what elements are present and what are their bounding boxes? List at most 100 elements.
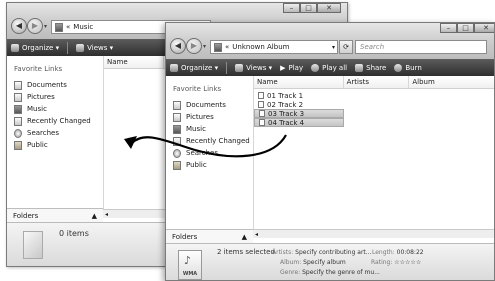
address-dropdown-icon[interactable]: ▾ bbox=[332, 44, 337, 51]
share-button[interactable]: Share bbox=[355, 63, 386, 72]
back-button[interactable]: ◀ bbox=[11, 18, 27, 34]
forward-button[interactable]: ▶ bbox=[186, 38, 202, 54]
folders-label: Folders bbox=[172, 232, 198, 241]
track-row[interactable]: 03 Track 3 bbox=[254, 109, 344, 118]
forward-button[interactable]: ▶ bbox=[27, 18, 43, 34]
searches-icon bbox=[14, 128, 22, 138]
music-folder-icon bbox=[55, 22, 63, 32]
music-icon bbox=[14, 104, 22, 114]
close-button[interactable]: ✕ bbox=[317, 3, 341, 13]
column-header-album[interactable]: Album bbox=[409, 76, 494, 88]
public-icon bbox=[14, 140, 22, 150]
nav-item-music[interactable]: Music bbox=[7, 103, 103, 115]
item-count: 0 items bbox=[59, 229, 89, 238]
audio-file-icon bbox=[258, 101, 264, 108]
nav-item-pictures[interactable]: Pictures bbox=[7, 91, 103, 103]
nav-item-pictures[interactable]: Pictures bbox=[166, 111, 253, 123]
organize-button[interactable]: Organize ▾ bbox=[11, 43, 59, 52]
play-all-icon bbox=[311, 63, 320, 72]
share-icon bbox=[355, 63, 364, 72]
breadcrumb-prefix[interactable]: « bbox=[225, 43, 229, 51]
organize-icon bbox=[170, 63, 178, 72]
minimize-button[interactable]: – bbox=[283, 3, 300, 13]
chevron-up-icon: ▲ bbox=[91, 211, 97, 220]
title-bar[interactable]: – □ ✕ ◀ ▶ ▾ « Unknown Album ▾ ⟳ Search bbox=[166, 23, 494, 59]
column-header-name[interactable]: Name bbox=[254, 76, 344, 88]
column-header-artists[interactable]: Artists bbox=[344, 76, 410, 88]
scroll-left-icon[interactable]: ◂ bbox=[253, 231, 258, 238]
close-button[interactable]: ✕ bbox=[474, 23, 494, 33]
unknown-album-window[interactable]: – □ ✕ ◀ ▶ ▾ « Unknown Album ▾ ⟳ Search O… bbox=[165, 22, 495, 281]
nav-item-documents[interactable]: Documents bbox=[7, 79, 103, 91]
nav-item-searches[interactable]: Searches bbox=[166, 147, 253, 159]
toolbar-separator bbox=[67, 41, 69, 54]
nav-item-public[interactable]: Public bbox=[7, 139, 103, 151]
search-input[interactable]: Search bbox=[355, 40, 487, 54]
favorite-links-heading: Favorite Links bbox=[14, 65, 63, 73]
navigation-pane: Favorite Links Documents Pictures Music … bbox=[7, 56, 103, 211]
track-row[interactable]: 02 Track 2 bbox=[254, 100, 344, 109]
breadcrumb-prefix[interactable]: « bbox=[66, 23, 70, 31]
minimize-button[interactable]: – bbox=[440, 23, 457, 33]
file-list[interactable]: Name Artists Album 01 Track 1 02 Track 20… bbox=[253, 76, 494, 229]
nav-item-recently-changed[interactable]: Recently Changed bbox=[166, 135, 253, 147]
pictures-icon bbox=[173, 112, 181, 122]
folder-icon bbox=[23, 231, 43, 259]
album-property[interactable]: Album: Specify album bbox=[280, 259, 346, 266]
horizontal-scrollbar[interactable]: ◂ bbox=[253, 229, 494, 238]
selection-count: 2 items selected bbox=[217, 248, 275, 256]
column-header-name[interactable]: Name bbox=[104, 56, 164, 68]
track-name: 04 Track 4 bbox=[268, 118, 305, 127]
recent-pages-dropdown[interactable]: ▾ bbox=[44, 23, 47, 30]
music-icon bbox=[173, 124, 181, 134]
column-headers: Name Artists Album bbox=[254, 76, 494, 89]
music-folder-icon bbox=[214, 42, 222, 52]
recent-pages-dropdown[interactable]: ▾ bbox=[203, 43, 206, 50]
caption-buttons: – □ ✕ bbox=[440, 23, 494, 33]
back-button[interactable]: ◀ bbox=[170, 38, 186, 54]
organize-button[interactable]: Organize ▾ bbox=[170, 63, 218, 72]
artists-property[interactable]: Artists: Specify contributing art... bbox=[272, 249, 372, 256]
breadcrumb-music[interactable]: Music bbox=[73, 23, 93, 31]
navigation-pane: Favorite Links Documents Pictures Music … bbox=[166, 76, 253, 229]
rating-property[interactable]: Rating: ☆☆☆☆☆ bbox=[371, 259, 421, 266]
toolbar-separator bbox=[226, 61, 228, 74]
maximize-button[interactable]: □ bbox=[457, 23, 474, 33]
nav-item-searches[interactable]: Searches bbox=[7, 127, 103, 139]
folders-toggle[interactable]: Folders ▲ bbox=[166, 229, 253, 243]
address-bar[interactable]: « Unknown Album ▾ bbox=[210, 40, 338, 54]
views-button[interactable]: Views ▾ bbox=[76, 43, 113, 52]
nav-item-documents[interactable]: Documents bbox=[166, 99, 253, 111]
track-row[interactable]: 04 Track 4 bbox=[254, 118, 344, 127]
track-list: 01 Track 1 02 Track 2 03 Track 3 04 Track 4 bbox=[254, 91, 494, 127]
nav-item-public[interactable]: Public bbox=[166, 159, 253, 171]
play-button[interactable]: ▶ Play bbox=[280, 64, 303, 72]
views-icon bbox=[235, 63, 244, 72]
folders-label: Folders bbox=[13, 211, 39, 220]
audio-file-icon bbox=[258, 92, 264, 99]
nav-item-recently-changed[interactable]: Recently Changed bbox=[7, 115, 103, 127]
refresh-button[interactable]: ⟳ bbox=[339, 40, 353, 54]
track-name: 02 Track 2 bbox=[267, 100, 304, 109]
track-row[interactable]: 01 Track 1 bbox=[254, 91, 344, 100]
scroll-left-icon[interactable]: ◂ bbox=[103, 211, 108, 218]
music-file-icon: ♪ WMA bbox=[178, 250, 202, 280]
caption-buttons: – □ ✕ bbox=[283, 3, 341, 13]
burn-button[interactable]: Burn bbox=[394, 63, 422, 72]
views-button[interactable]: Views ▾ bbox=[235, 63, 272, 72]
views-icon bbox=[76, 43, 85, 52]
documents-icon bbox=[14, 80, 22, 90]
breadcrumb-unknown-album[interactable]: Unknown Album bbox=[232, 43, 289, 51]
nav-item-music[interactable]: Music bbox=[166, 123, 253, 135]
music-note-icon: ♪ bbox=[184, 254, 192, 267]
recently-changed-icon bbox=[173, 136, 181, 146]
command-bar: Organize ▾ Views ▾ ▶ Play Play all Share … bbox=[166, 59, 494, 76]
play-icon: ▶ bbox=[280, 63, 286, 72]
maximize-button[interactable]: □ bbox=[300, 3, 317, 13]
genre-property[interactable]: Genre: Specify the genre of mu... bbox=[280, 269, 380, 276]
audio-file-icon bbox=[259, 110, 265, 117]
rating-stars[interactable]: ☆☆☆☆☆ bbox=[394, 259, 421, 266]
play-all-button[interactable]: Play all bbox=[311, 63, 347, 72]
track-name: 01 Track 1 bbox=[267, 91, 304, 100]
folders-toggle[interactable]: Folders ▲ bbox=[7, 208, 103, 222]
